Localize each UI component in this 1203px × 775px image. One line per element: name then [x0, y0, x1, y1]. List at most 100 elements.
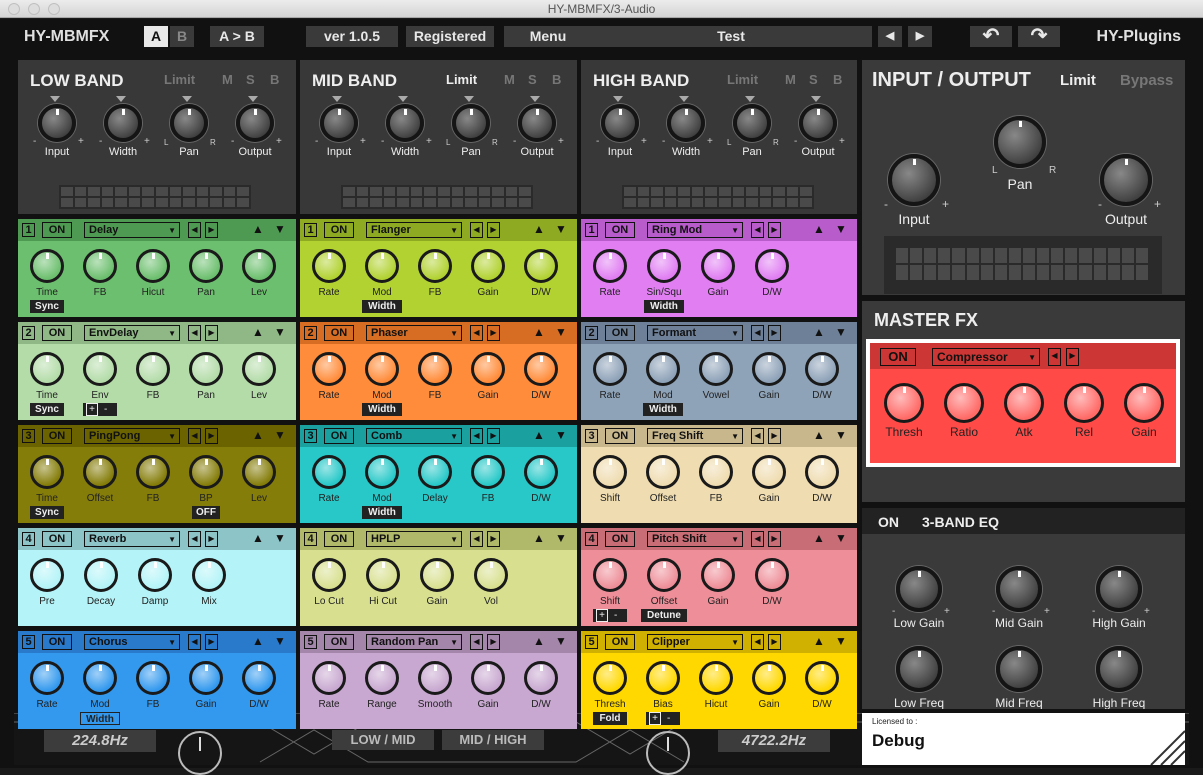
minus-icon[interactable]: - [667, 712, 670, 725]
fx-next-button-0-0[interactable]: ▶ [205, 222, 218, 238]
io-output-knob[interactable] [1100, 154, 1152, 206]
fx-gain-knob-2-2[interactable] [752, 455, 786, 489]
fx-sync-toggle-0-1[interactable]: Sync [30, 403, 64, 416]
move-down-icon-1-2[interactable]: ▼ [555, 428, 567, 442]
move-up-icon-0-4[interactable]: ▲ [252, 634, 264, 648]
band-solo-toggle-2[interactable]: S [809, 72, 818, 87]
copy-a-to-b-button[interactable]: A > B [210, 26, 264, 47]
move-up-icon-0-3[interactable]: ▲ [252, 531, 264, 545]
fx-fb-knob-0-1[interactable] [136, 352, 170, 386]
band-pan-knob-0[interactable] [170, 104, 208, 142]
fx-type-select-0-4[interactable]: Chorus ▼ [84, 634, 180, 650]
fx-plus-minus-stepper-2-3[interactable]: + - [593, 609, 627, 622]
fx-type-select-2-3[interactable]: Pitch Shift ▼ [647, 531, 743, 547]
fx-slot-on-button-1-0[interactable]: ON [324, 222, 354, 238]
fx-slot-on-button-0-0[interactable]: ON [42, 222, 72, 238]
band-bypass-toggle-1[interactable]: B [552, 72, 561, 87]
fx-sin-squ-knob-2-0[interactable] [647, 249, 681, 283]
master-ratio-knob[interactable] [944, 383, 984, 423]
fx-gain-knob-1-3[interactable] [420, 558, 454, 592]
band-bypass-toggle-0[interactable]: B [270, 72, 279, 87]
minus-icon[interactable]: - [104, 403, 107, 416]
fx-next-button-0-4[interactable]: ▶ [205, 634, 218, 650]
fx-hicut-knob-2-4[interactable] [699, 661, 733, 695]
band-width-knob-0[interactable] [104, 104, 142, 142]
eq-low-gain-knob[interactable] [896, 566, 942, 612]
fx-pre-knob-0-3[interactable] [30, 558, 64, 592]
fx-shift-knob-2-3[interactable] [593, 558, 627, 592]
menu-button[interactable]: Menu [504, 26, 592, 47]
fx-time-knob-0-1[interactable] [30, 352, 64, 386]
fx-gain-knob-1-1[interactable] [471, 352, 505, 386]
band-input-knob-2[interactable] [601, 104, 639, 142]
prev-preset-button[interactable]: ◀ [878, 26, 902, 47]
fx-mod-knob-0-4[interactable] [83, 661, 117, 695]
band-pan-knob-1[interactable] [452, 104, 490, 142]
fx-gain-knob-1-4[interactable] [471, 661, 505, 695]
band-bypass-toggle-2[interactable]: B [833, 72, 842, 87]
fx-next-button-1-4[interactable]: ▶ [487, 634, 500, 650]
move-down-icon-2-3[interactable]: ▼ [835, 531, 847, 545]
fx-prev-button-0-2[interactable]: ◀ [188, 428, 201, 444]
fx-type-select-1-4[interactable]: Random Pan ▼ [366, 634, 462, 650]
fx-type-select-1-0[interactable]: Flanger ▼ [366, 222, 462, 238]
move-down-icon-0-4[interactable]: ▼ [274, 634, 286, 648]
fx-bias-knob-2-4[interactable] [646, 661, 680, 695]
io-input-knob[interactable] [888, 154, 940, 206]
move-down-icon-1-4[interactable]: ▼ [555, 634, 567, 648]
move-up-icon-0-1[interactable]: ▲ [252, 325, 264, 339]
fx-next-button-0-3[interactable]: ▶ [205, 531, 218, 547]
band-mute-toggle-1[interactable]: M [504, 72, 515, 87]
eq-mid-freq-knob[interactable] [996, 646, 1042, 692]
move-up-icon-2-0[interactable]: ▲ [813, 222, 825, 236]
eq-on-button[interactable]: ON [878, 514, 899, 530]
eq-high-gain-knob[interactable] [1096, 566, 1142, 612]
band-mute-toggle-2[interactable]: M [785, 72, 796, 87]
fx-lev-knob-0-0[interactable] [242, 249, 276, 283]
fx-plus-minus-stepper-2-4[interactable]: + - [646, 712, 680, 725]
band-input-knob-0[interactable] [38, 104, 76, 142]
plus-icon[interactable]: + [596, 609, 608, 622]
fx-d-w-knob-1-4[interactable] [524, 661, 558, 695]
fx-delay-knob-1-2[interactable] [418, 455, 452, 489]
move-up-icon-1-1[interactable]: ▲ [533, 325, 545, 339]
fx-pan-knob-0-0[interactable] [189, 249, 223, 283]
fx-off-toggle-0-2[interactable]: OFF [192, 506, 220, 519]
move-down-icon-1-0[interactable]: ▼ [555, 222, 567, 236]
preset-b-button[interactable]: B [170, 26, 194, 47]
mid-high-freq-display[interactable]: 4722.2Hz [718, 730, 830, 752]
fx-bp-knob-0-2[interactable] [189, 455, 223, 489]
fx-vol-knob-1-3[interactable] [474, 558, 508, 592]
io-bypass-toggle[interactable]: Bypass [1120, 72, 1173, 89]
fx-sync-toggle-0-2[interactable]: Sync [30, 506, 64, 519]
fx-fold-toggle-2-4[interactable]: Fold [593, 712, 627, 725]
fx-next-button-1-0[interactable]: ▶ [487, 222, 500, 238]
fx-rate-knob-0-4[interactable] [30, 661, 64, 695]
fx-next-button-1-2[interactable]: ▶ [487, 428, 500, 444]
fx-d-w-knob-2-1[interactable] [805, 352, 839, 386]
band-input-knob-1[interactable] [320, 104, 358, 142]
fx-offset-knob-2-3[interactable] [647, 558, 681, 592]
fx-d-w-knob-2-3[interactable] [755, 558, 789, 592]
fx-prev-button-0-1[interactable]: ◀ [188, 325, 201, 341]
move-down-icon-2-2[interactable]: ▼ [835, 428, 847, 442]
fx-slot-on-button-0-2[interactable]: ON [42, 428, 72, 444]
eq-mid-gain-knob[interactable] [996, 566, 1042, 612]
master-atk-knob[interactable] [1004, 383, 1044, 423]
fx-prev-button-1-0[interactable]: ◀ [470, 222, 483, 238]
move-down-icon-1-1[interactable]: ▼ [555, 325, 567, 339]
master-fx-next-button[interactable]: ▶ [1066, 348, 1079, 366]
fx-prev-button-1-4[interactable]: ◀ [470, 634, 483, 650]
fx-d-w-knob-2-4[interactable] [805, 661, 839, 695]
fx-slot-on-button-2-2[interactable]: ON [605, 428, 635, 444]
fx-next-button-2-3[interactable]: ▶ [768, 531, 781, 547]
band-width-knob-2[interactable] [667, 104, 705, 142]
band-solo-toggle-1[interactable]: S [528, 72, 537, 87]
move-down-icon-0-2[interactable]: ▼ [274, 428, 286, 442]
resize-grip-icon[interactable] [1145, 725, 1185, 765]
next-preset-button[interactable]: ▶ [908, 26, 932, 47]
fx-type-select-0-2[interactable]: PingPong ▼ [84, 428, 180, 444]
fx-prev-button-0-3[interactable]: ◀ [188, 531, 201, 547]
band-output-knob-1[interactable] [518, 104, 556, 142]
fx-hicut-knob-0-0[interactable] [136, 249, 170, 283]
